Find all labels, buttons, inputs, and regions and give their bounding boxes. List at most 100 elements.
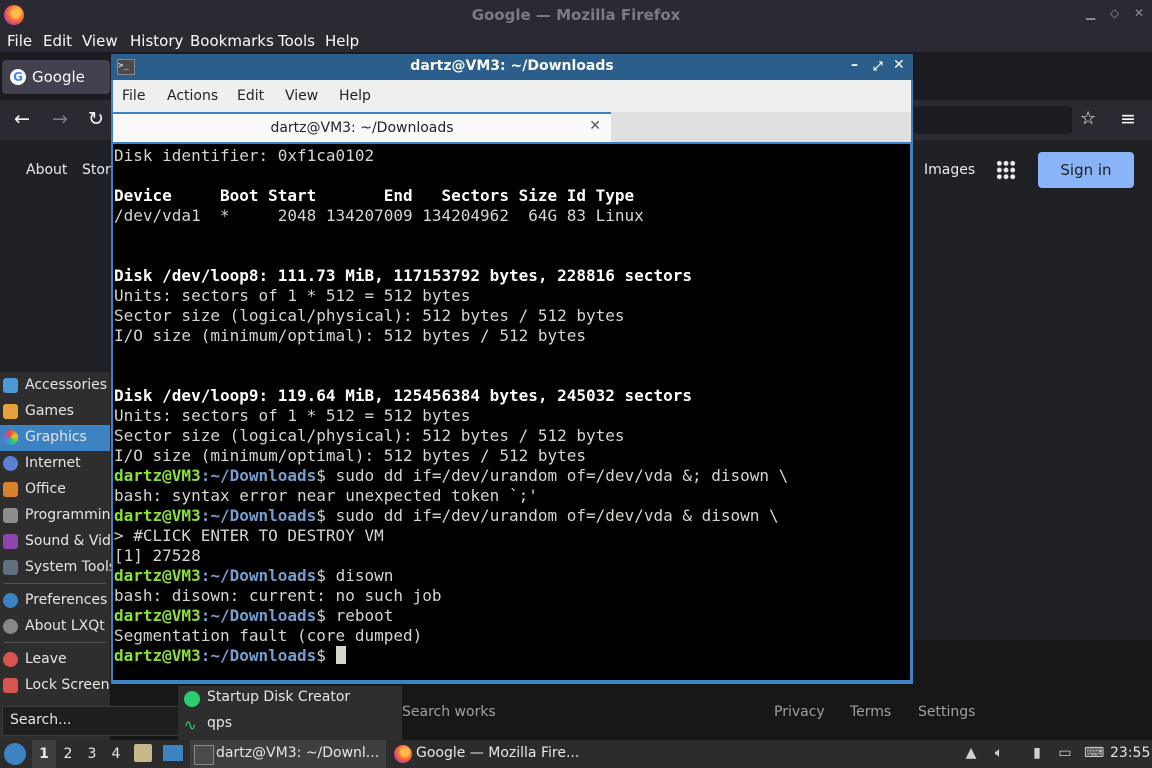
close-icon[interactable]: ✕: [1134, 6, 1144, 20]
term-menu-edit[interactable]: Edit: [237, 88, 264, 104]
main-menu-icon[interactable]: [4, 743, 26, 765]
prompt-user: dartz@VM3: [114, 646, 201, 665]
preferences-icon: [3, 593, 18, 608]
terminal-titlebar[interactable]: >_ dartz@VM3: ~/Downloads – ⤢ ✕: [111, 54, 913, 80]
reload-icon[interactable]: ↻: [88, 108, 104, 130]
prompt-path: :~/Downloads: [200, 506, 317, 525]
menu-item-label: Leave: [25, 651, 67, 667]
term-menu-help[interactable]: Help: [339, 88, 371, 104]
prompt-user: dartz@VM3: [114, 606, 201, 625]
minimize-icon[interactable]: –: [851, 57, 858, 73]
menu-category-games[interactable]: Games: [0, 399, 110, 425]
task-firefox[interactable]: Google — Mozilla Fire...: [390, 740, 590, 768]
tab-label: Google: [32, 68, 85, 86]
menu-category-programming[interactable]: Programming: [0, 503, 119, 529]
menu-help[interactable]: Help: [325, 32, 359, 50]
privacy-link[interactable]: Privacy: [774, 704, 825, 720]
app-label: Startup Disk Creator: [207, 689, 351, 705]
terminal-line: Units: sectors of 1 * 512 = 512 bytes: [114, 286, 471, 305]
prompt-user: dartz@VM3: [114, 466, 201, 485]
category-label: Programming: [25, 507, 120, 523]
menu-history[interactable]: History: [130, 32, 183, 50]
menu-category-sound-video[interactable]: Sound & Video: [0, 529, 128, 555]
menu-category-system-tools[interactable]: System Tools: [0, 555, 116, 581]
sign-in-button[interactable]: Sign in: [1038, 152, 1134, 188]
launcher-app-list: Startup Disk Creator ∿ qps: [178, 686, 402, 740]
launcher-menu: Accessories Games Graphics Internet Offi…: [0, 372, 179, 740]
terminal-line: Disk identifier: 0xf1ca0102: [114, 146, 375, 165]
terminal-line: Segmentation fault (core dumped): [114, 626, 423, 645]
startup-disk-creator-icon: [184, 691, 200, 707]
workspace-3[interactable]: 3: [80, 740, 104, 768]
term-menu-actions[interactable]: Actions: [167, 88, 218, 104]
tab-close-icon[interactable]: ✕: [589, 118, 601, 134]
url-bar[interactable]: [912, 106, 1072, 134]
app-startup-disk-creator[interactable]: Startup Disk Creator: [178, 686, 402, 712]
menu-edit[interactable]: Edit: [43, 32, 72, 50]
menu-lock-screen[interactable]: Lock Screen: [0, 673, 110, 699]
terminal-window-title: dartz@VM3: ~/Downloads: [410, 58, 614, 74]
app-qps[interactable]: ∿ qps: [178, 712, 402, 738]
terminal-line: dartz@VM3:~/Downloads$ disown: [114, 566, 788, 586]
restore-icon[interactable]: ⤢: [873, 59, 883, 74]
terminal-line: bash: disown: current: no such job: [114, 586, 442, 605]
programming-icon: [3, 508, 18, 523]
workspace-4[interactable]: 4: [104, 740, 128, 768]
terminal-tab[interactable]: dartz@VM3: ~/Downloads ✕: [113, 112, 611, 142]
search-placeholder: Search...: [10, 712, 72, 728]
task-terminal[interactable]: dartz@VM3: ~/Downl...: [190, 740, 386, 768]
images-link[interactable]: Images: [924, 162, 975, 178]
tab-google[interactable]: G Google: [2, 60, 110, 94]
terminal-lines: Disk identifier: 0xf1ca0102 Device Boot S…: [114, 146, 788, 666]
forward-icon[interactable]: →: [52, 108, 68, 130]
volume-icon[interactable]: 🔈︎: [990, 745, 1008, 763]
keyboard-icon[interactable]: ⌨︎: [1084, 745, 1104, 763]
firefox-icon: [394, 745, 412, 763]
clock: 23:55: [1110, 745, 1151, 761]
firefox-menubar: File Edit View History Bookmarks Tools H…: [0, 30, 1152, 52]
show-desktop-icon[interactable]: [163, 745, 183, 761]
back-icon[interactable]: ←: [14, 108, 30, 130]
terms-link[interactable]: Terms: [850, 704, 891, 720]
terminal-output[interactable]: Disk identifier: 0xf1ca0102 Device Boot S…: [113, 144, 910, 680]
about-link[interactable]: About: [26, 162, 67, 178]
prompt-user: dartz@VM3: [114, 566, 201, 585]
terminal-cursor: [335, 646, 346, 664]
settings-link[interactable]: Settings: [918, 704, 975, 720]
storage-icon[interactable]: ▲: [962, 745, 980, 763]
app-menu-icon[interactable]: ≡: [1120, 108, 1136, 130]
menu-tools[interactable]: Tools: [278, 32, 315, 50]
bookmark-star-icon[interactable]: ☆: [1080, 108, 1096, 129]
terminal-line: Disk /dev/loop9: 119.64 MiB, 125456384 b…: [114, 386, 692, 405]
terminal-window: >_ dartz@VM3: ~/Downloads – ⤢ ✕ File Act…: [111, 54, 913, 684]
menu-category-accessories[interactable]: Accessories: [0, 373, 110, 399]
menu-bookmarks[interactable]: Bookmarks: [190, 32, 274, 50]
terminal-line: Device Boot Start End Sectors Size Id Ty…: [114, 186, 635, 205]
term-menu-view[interactable]: View: [285, 88, 318, 104]
menu-leave[interactable]: Leave: [0, 647, 110, 673]
file-manager-icon[interactable]: [134, 744, 152, 762]
terminal-line: dartz@VM3:~/Downloads$: [114, 646, 788, 666]
term-menu-file[interactable]: File: [122, 88, 145, 104]
maximize-icon[interactable]: ◇: [1110, 6, 1119, 20]
menu-category-internet[interactable]: Internet: [0, 451, 110, 477]
menu-category-graphics[interactable]: Graphics: [0, 425, 110, 451]
clipboard-icon[interactable]: ▮: [1028, 745, 1046, 763]
menu-preferences[interactable]: Preferences: [0, 588, 110, 614]
menu-view[interactable]: View: [82, 32, 118, 50]
menu-search-input[interactable]: Search...: [2, 706, 179, 736]
close-icon[interactable]: ✕: [893, 57, 905, 73]
terminal-line: Sector size (logical/physical): 512 byte…: [114, 426, 625, 445]
firefox-window-title: Google — Mozilla Firefox: [471, 6, 681, 24]
google-apps-icon[interactable]: [996, 160, 1016, 180]
workspace-1[interactable]: 1: [32, 740, 56, 768]
network-icon[interactable]: ▭: [1056, 745, 1074, 763]
menu-category-office[interactable]: Office: [0, 477, 110, 503]
workspace-2[interactable]: 2: [56, 740, 80, 768]
prompt-path: :~/Downloads: [200, 566, 317, 585]
search-works-link[interactable]: Search works: [402, 704, 496, 720]
menu-about-lxqt[interactable]: About LXQt: [0, 614, 110, 640]
minimize-icon[interactable]: ▁: [1086, 6, 1095, 20]
menu-file[interactable]: File: [7, 32, 32, 50]
